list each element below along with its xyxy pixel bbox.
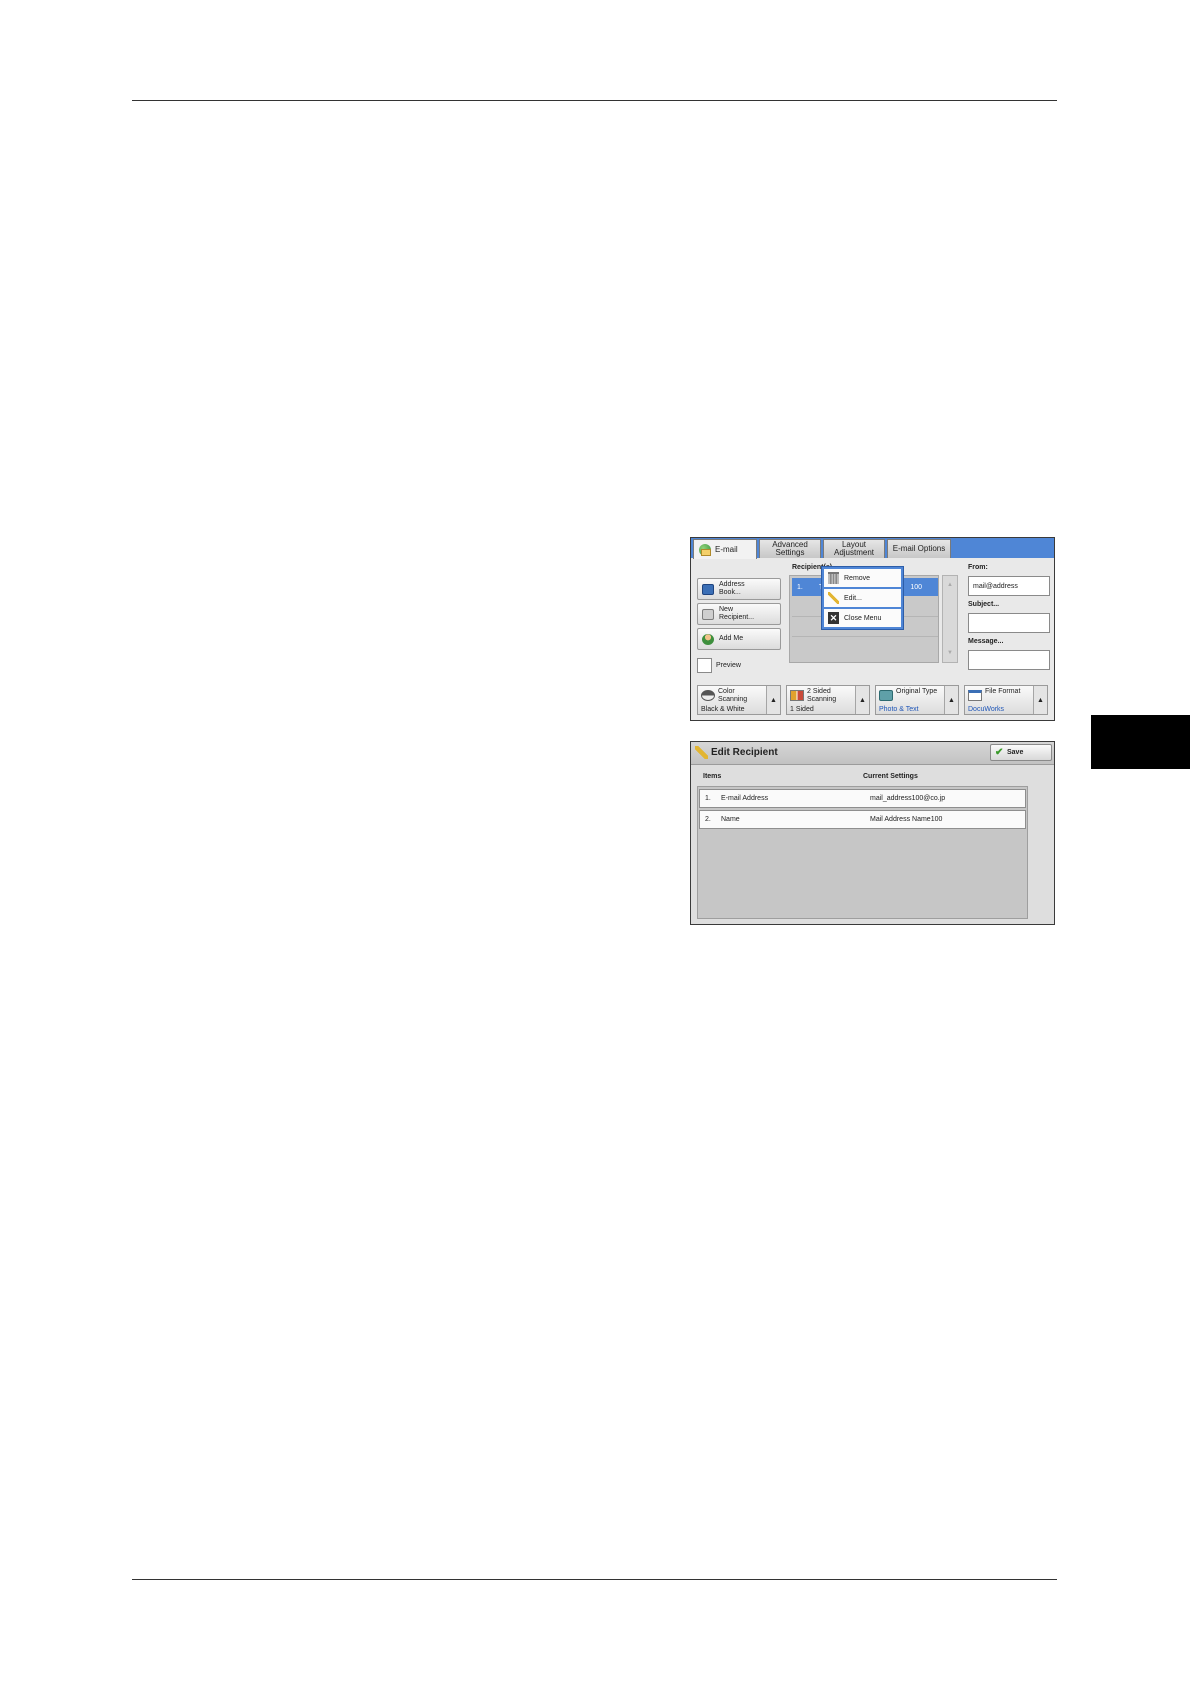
footer-rule (132, 1579, 1057, 1580)
subject-field[interactable] (968, 613, 1050, 633)
address-book-icon (702, 584, 714, 595)
tab-email[interactable]: E-mail (693, 539, 757, 559)
tab-bar: E-mail Advanced Settings Layout Adjustme… (691, 538, 1054, 559)
pencil-icon (828, 592, 839, 604)
chapter-tab-marker (1091, 715, 1190, 769)
arrow-up-icon[interactable]: ▲ (855, 686, 869, 714)
trash-icon (828, 572, 839, 584)
original-type-button[interactable]: Original Type Photo & Text ▲ (875, 685, 959, 715)
recipient-scrollbar[interactable]: ▲ ▼ (942, 575, 958, 663)
checkbox-icon (697, 658, 712, 673)
menu-item-remove[interactable]: Remove (824, 569, 901, 587)
save-button[interactable]: ✔ Save (990, 744, 1052, 761)
edit-recipient-screen: Edit Recipient ✔ Save Items Current Sett… (690, 741, 1055, 925)
from-field[interactable]: mail@address (968, 576, 1050, 596)
screen-title: Edit Recipient (711, 747, 778, 758)
pencil-icon (695, 746, 708, 759)
list-divider (792, 636, 938, 637)
color-scanning-button[interactable]: Color Scanning Black & White ▲ (697, 685, 781, 715)
settings-table: 1. E-mail Address mail_address100@co.jp … (697, 786, 1028, 919)
table-row[interactable]: 1. E-mail Address mail_address100@co.jp (699, 789, 1026, 808)
screen-header: Edit Recipient ✔ Save (691, 742, 1054, 765)
recipient-context-menu: Remove Edit... ✕ Close Menu (821, 566, 904, 630)
arrow-up-icon[interactable]: ▲ (766, 686, 780, 714)
original-type-icon (879, 690, 893, 701)
arrow-up-icon[interactable]: ▲ (944, 686, 958, 714)
preview-checkbox[interactable]: Preview (697, 658, 741, 673)
tab-layout-adjustment[interactable]: Layout Adjustment (823, 539, 885, 558)
close-icon: ✕ (828, 612, 839, 624)
from-label: From: (968, 564, 988, 571)
email-icon (699, 544, 711, 556)
person-icon (702, 634, 714, 645)
email-screen: E-mail Advanced Settings Layout Adjustme… (690, 537, 1055, 721)
header-rule (132, 100, 1057, 101)
checkmark-icon: ✔ (995, 747, 1004, 758)
file-format-icon (968, 690, 982, 701)
color-scanning-icon (701, 690, 715, 701)
message-field[interactable] (968, 650, 1050, 670)
message-label[interactable]: Message... (968, 638, 1003, 645)
menu-item-edit[interactable]: Edit... (824, 589, 901, 607)
add-me-button[interactable]: Add Me (697, 628, 781, 650)
keyboard-icon (702, 609, 714, 620)
two-sided-icon (790, 690, 804, 701)
subject-label[interactable]: Subject... (968, 601, 999, 608)
tab-email-options[interactable]: E-mail Options (887, 539, 951, 558)
two-sided-scanning-button[interactable]: 2 Sided Scanning 1 Sided ▲ (786, 685, 870, 715)
new-recipient-button[interactable]: New Recipient... (697, 603, 781, 625)
file-format-button[interactable]: File Format DocuWorks ▲ (964, 685, 1048, 715)
scroll-up-icon[interactable]: ▲ (947, 582, 953, 588)
current-settings-column-header: Current Settings (863, 773, 918, 780)
tab-advanced-settings[interactable]: Advanced Settings (759, 539, 821, 558)
table-row[interactable]: 2. Name Mail Address Name100 (699, 810, 1026, 829)
scroll-down-icon[interactable]: ▼ (947, 650, 953, 656)
address-book-button[interactable]: Address Book... (697, 578, 781, 600)
items-column-header: Items (703, 773, 722, 780)
menu-item-close-menu[interactable]: ✕ Close Menu (824, 609, 901, 627)
arrow-up-icon[interactable]: ▲ (1033, 686, 1047, 714)
